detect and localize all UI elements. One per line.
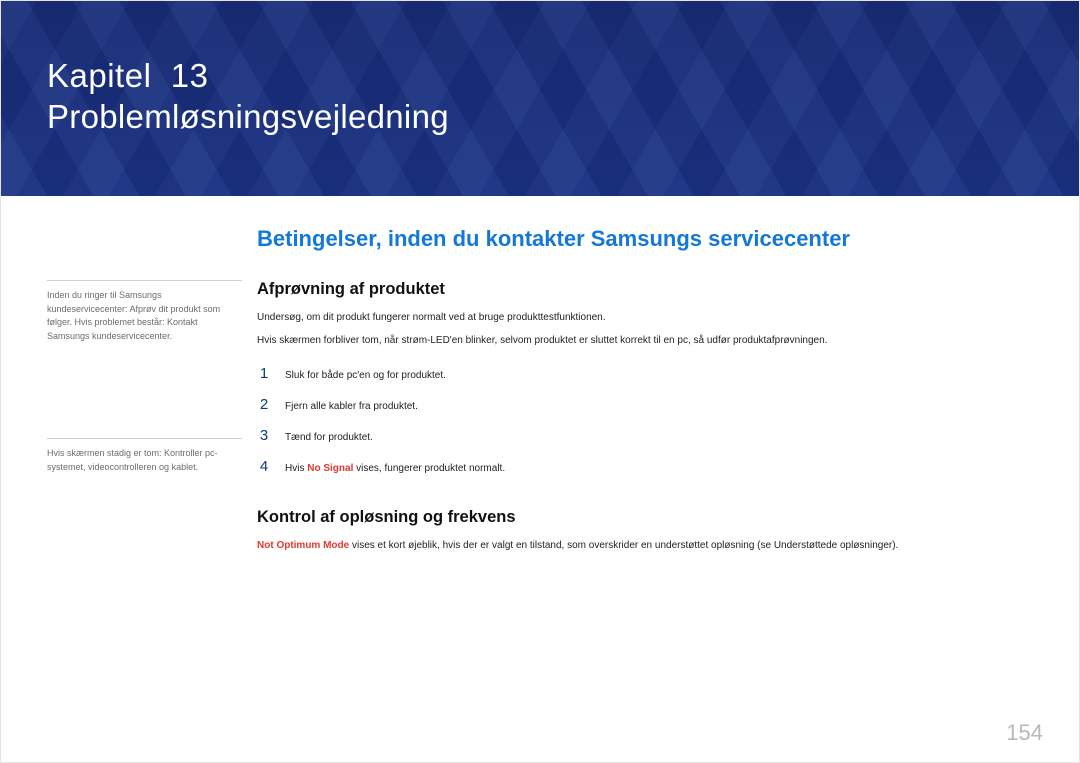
step4-suffix: vises, fungerer produktet normalt. <box>353 463 505 474</box>
chapter-label-prefix: Kapitel <box>47 57 151 94</box>
subsection-heading-testing: Afprøvning af produktet <box>257 280 1033 299</box>
step-item: 4 Hvis No Signal vises, fungerer produkt… <box>257 451 1033 482</box>
step-number: 2 <box>257 396 271 413</box>
document-page: Kapitel 13 Problemløsningsvejledning Ind… <box>0 0 1080 763</box>
numbered-steps: 1 Sluk for både pc'en og for produktet. … <box>257 358 1033 482</box>
content-area: Inden du ringer til Samsungs kundeservic… <box>47 226 1033 722</box>
paragraph: Hvis skærmen forbliver tom, når strøm-LE… <box>257 334 1033 349</box>
step-text: Tænd for produktet. <box>285 432 373 443</box>
page-number: 154 <box>1006 720 1043 746</box>
side-note-2: Hvis skærmen stadig er tom: Kontroller p… <box>47 438 242 474</box>
paragraph-rest: vises et kort øjeblik, hvis der er valgt… <box>349 540 898 551</box>
chapter-title: Problemløsningsvejledning <box>47 96 449 137</box>
section-main-heading: Betingelser, inden du kontakter Samsungs… <box>257 226 1033 252</box>
step4-prefix: Hvis <box>285 463 307 474</box>
sidebar: Inden du ringer til Samsungs kundeservic… <box>47 280 242 569</box>
chapter-label: Kapitel 13 <box>47 55 449 96</box>
step-text: Hvis No Signal vises, fungerer produktet… <box>285 463 505 474</box>
chapter-banner: Kapitel 13 Problemløsningsvejledning <box>1 1 1079 196</box>
highlight-not-optimum: Not Optimum Mode <box>257 540 349 551</box>
step-number: 1 <box>257 365 271 382</box>
step-item: 1 Sluk for både pc'en og for produktet. <box>257 358 1033 389</box>
chapter-number: 13 <box>171 57 209 94</box>
subsection-heading-resolution: Kontrol af opløsning og frekvens <box>257 508 1033 527</box>
step-item: 2 Fjern alle kabler fra produktet. <box>257 389 1033 420</box>
step-item: 3 Tænd for produktet. <box>257 420 1033 451</box>
step-number: 3 <box>257 427 271 444</box>
paragraph: Undersøg, om dit produkt fungerer normal… <box>257 311 1033 326</box>
banner-text-block: Kapitel 13 Problemløsningsvejledning <box>47 55 449 138</box>
step-number: 4 <box>257 458 271 475</box>
step-text: Fjern alle kabler fra produktet. <box>285 401 418 412</box>
step4-highlight: No Signal <box>307 463 353 474</box>
paragraph: Not Optimum Mode vises et kort øjeblik, … <box>257 539 1033 554</box>
main-column: Betingelser, inden du kontakter Samsungs… <box>257 226 1033 562</box>
step-text: Sluk for både pc'en og for produktet. <box>285 370 446 381</box>
side-note-1: Inden du ringer til Samsungs kundeservic… <box>47 280 242 343</box>
